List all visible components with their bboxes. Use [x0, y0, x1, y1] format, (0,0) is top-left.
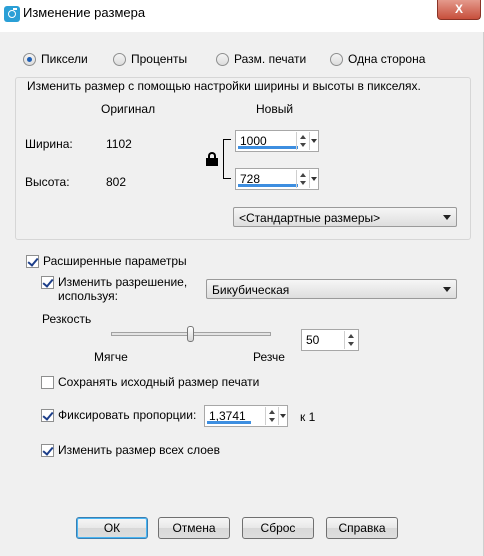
radio-pixels-indicator[interactable] — [23, 52, 36, 66]
sharpness-slider-thumb[interactable] — [187, 326, 194, 342]
preset-sizes-combo[interactable]: <Стандартные размеры> — [233, 207, 457, 227]
advanced-options-checkbox[interactable]: Расширенные параметры — [26, 254, 187, 268]
sharpness-stepper-arrows[interactable] — [344, 331, 356, 349]
aspect-ratio-suffix: к 1 — [300, 410, 316, 424]
lock-aspect-checkbox[interactable]: Фиксировать пропорции: — [41, 408, 196, 422]
resample-checkbox[interactable]: Изменить разрешение, используя: — [41, 275, 187, 303]
radio-print-size[interactable]: Разм. печати — [216, 51, 306, 67]
radio-pixels-label: Пиксели — [41, 52, 88, 66]
lock-aspect-box[interactable] — [41, 409, 54, 422]
radio-pixels[interactable]: Пиксели — [23, 51, 88, 67]
advanced-options-label: Расширенные параметры — [43, 254, 187, 268]
chevron-down-icon — [443, 287, 451, 292]
camera-icon — [4, 6, 20, 22]
original-column-header: Оригинал — [101, 102, 156, 116]
radio-percent-indicator[interactable] — [113, 52, 126, 66]
advanced-options-box[interactable] — [26, 255, 39, 268]
resize-all-layers-box[interactable] — [41, 444, 54, 457]
aspect-ratio-stepper-arrows[interactable] — [265, 407, 277, 425]
width-stepper-arrows[interactable] — [296, 132, 308, 150]
resample-method-value: Бикубическая — [212, 283, 290, 297]
title-bar: Изменение размера X — [0, 0, 484, 32]
height-original-value: 802 — [106, 175, 127, 189]
resize-all-layers-label: Изменить размер всех слоев — [58, 443, 220, 457]
width-original-value: 1102 — [106, 137, 132, 151]
lock-icon — [206, 152, 218, 166]
keep-print-size-box[interactable] — [41, 376, 54, 389]
resample-label-line2: используя: — [58, 289, 118, 303]
keep-print-size-label: Сохранять исходный размер печати — [58, 375, 260, 389]
radio-print-size-indicator[interactable] — [216, 52, 229, 66]
sharpness-value[interactable]: 50 — [306, 333, 319, 347]
resample-box[interactable] — [41, 276, 54, 289]
aspect-link-bracket — [223, 139, 231, 179]
preset-sizes-value: <Стандартные размеры> — [239, 211, 381, 225]
radio-percent-label: Проценты — [131, 52, 188, 66]
cancel-button[interactable]: Отмена — [158, 517, 230, 539]
width-new-spinner[interactable]: 1000 — [235, 130, 319, 152]
resize-all-layers-checkbox[interactable]: Изменить размер всех слоев — [41, 443, 220, 457]
radio-percent[interactable]: Проценты — [113, 51, 187, 67]
chevron-down-icon — [443, 215, 451, 220]
resample-label: Изменить разрешение, используя: — [58, 275, 187, 303]
new-column-header: Новый — [256, 102, 294, 116]
close-button[interactable]: X — [437, 0, 481, 20]
height-dropdown-arrow-icon[interactable] — [309, 170, 318, 188]
sharpness-spinner[interactable]: 50 — [301, 329, 359, 351]
aspect-ratio-dropdown-arrow-icon[interactable] — [278, 407, 287, 425]
sharpness-max-label: Резче — [253, 350, 285, 364]
radio-print-size-label: Разм. печати — [234, 52, 307, 66]
help-button[interactable]: Справка — [326, 517, 398, 539]
aspect-ratio-spinner[interactable]: 1,3741 — [204, 405, 288, 427]
resize-mode-group: Пиксели Проценты Разм. печати Одна сторо… — [0, 51, 484, 67]
height-new-spinner[interactable]: 728 — [235, 168, 319, 190]
radio-one-side-indicator[interactable] — [330, 52, 343, 66]
radio-one-side-label: Одна сторона — [348, 52, 426, 66]
sharpness-min-label: Мягче — [94, 350, 128, 364]
window-title: Изменение размера — [23, 5, 146, 20]
resample-method-combo[interactable]: Бикубическая — [206, 279, 457, 299]
resample-label-line1: Изменить разрешение, — [58, 275, 188, 289]
height-label: Высота: — [25, 175, 70, 189]
width-dropdown-arrow-icon[interactable] — [309, 132, 318, 150]
width-label: Ширина: — [25, 137, 73, 151]
radio-one-side[interactable]: Одна сторона — [330, 51, 425, 67]
reset-button[interactable]: Сброс — [242, 517, 314, 539]
keep-print-size-checkbox[interactable]: Сохранять исходный размер печати — [41, 375, 259, 389]
resize-dialog: Изменение размера X Пиксели Проценты Раз… — [0, 0, 484, 556]
pixel-group-caption: Изменить размер с помощью настройки шири… — [26, 79, 422, 93]
sharpness-label: Резкость — [42, 312, 92, 326]
height-stepper-arrows[interactable] — [296, 170, 308, 188]
lock-aspect-label: Фиксировать пропорции: — [58, 408, 197, 422]
ok-button[interactable]: ОК — [76, 517, 148, 539]
